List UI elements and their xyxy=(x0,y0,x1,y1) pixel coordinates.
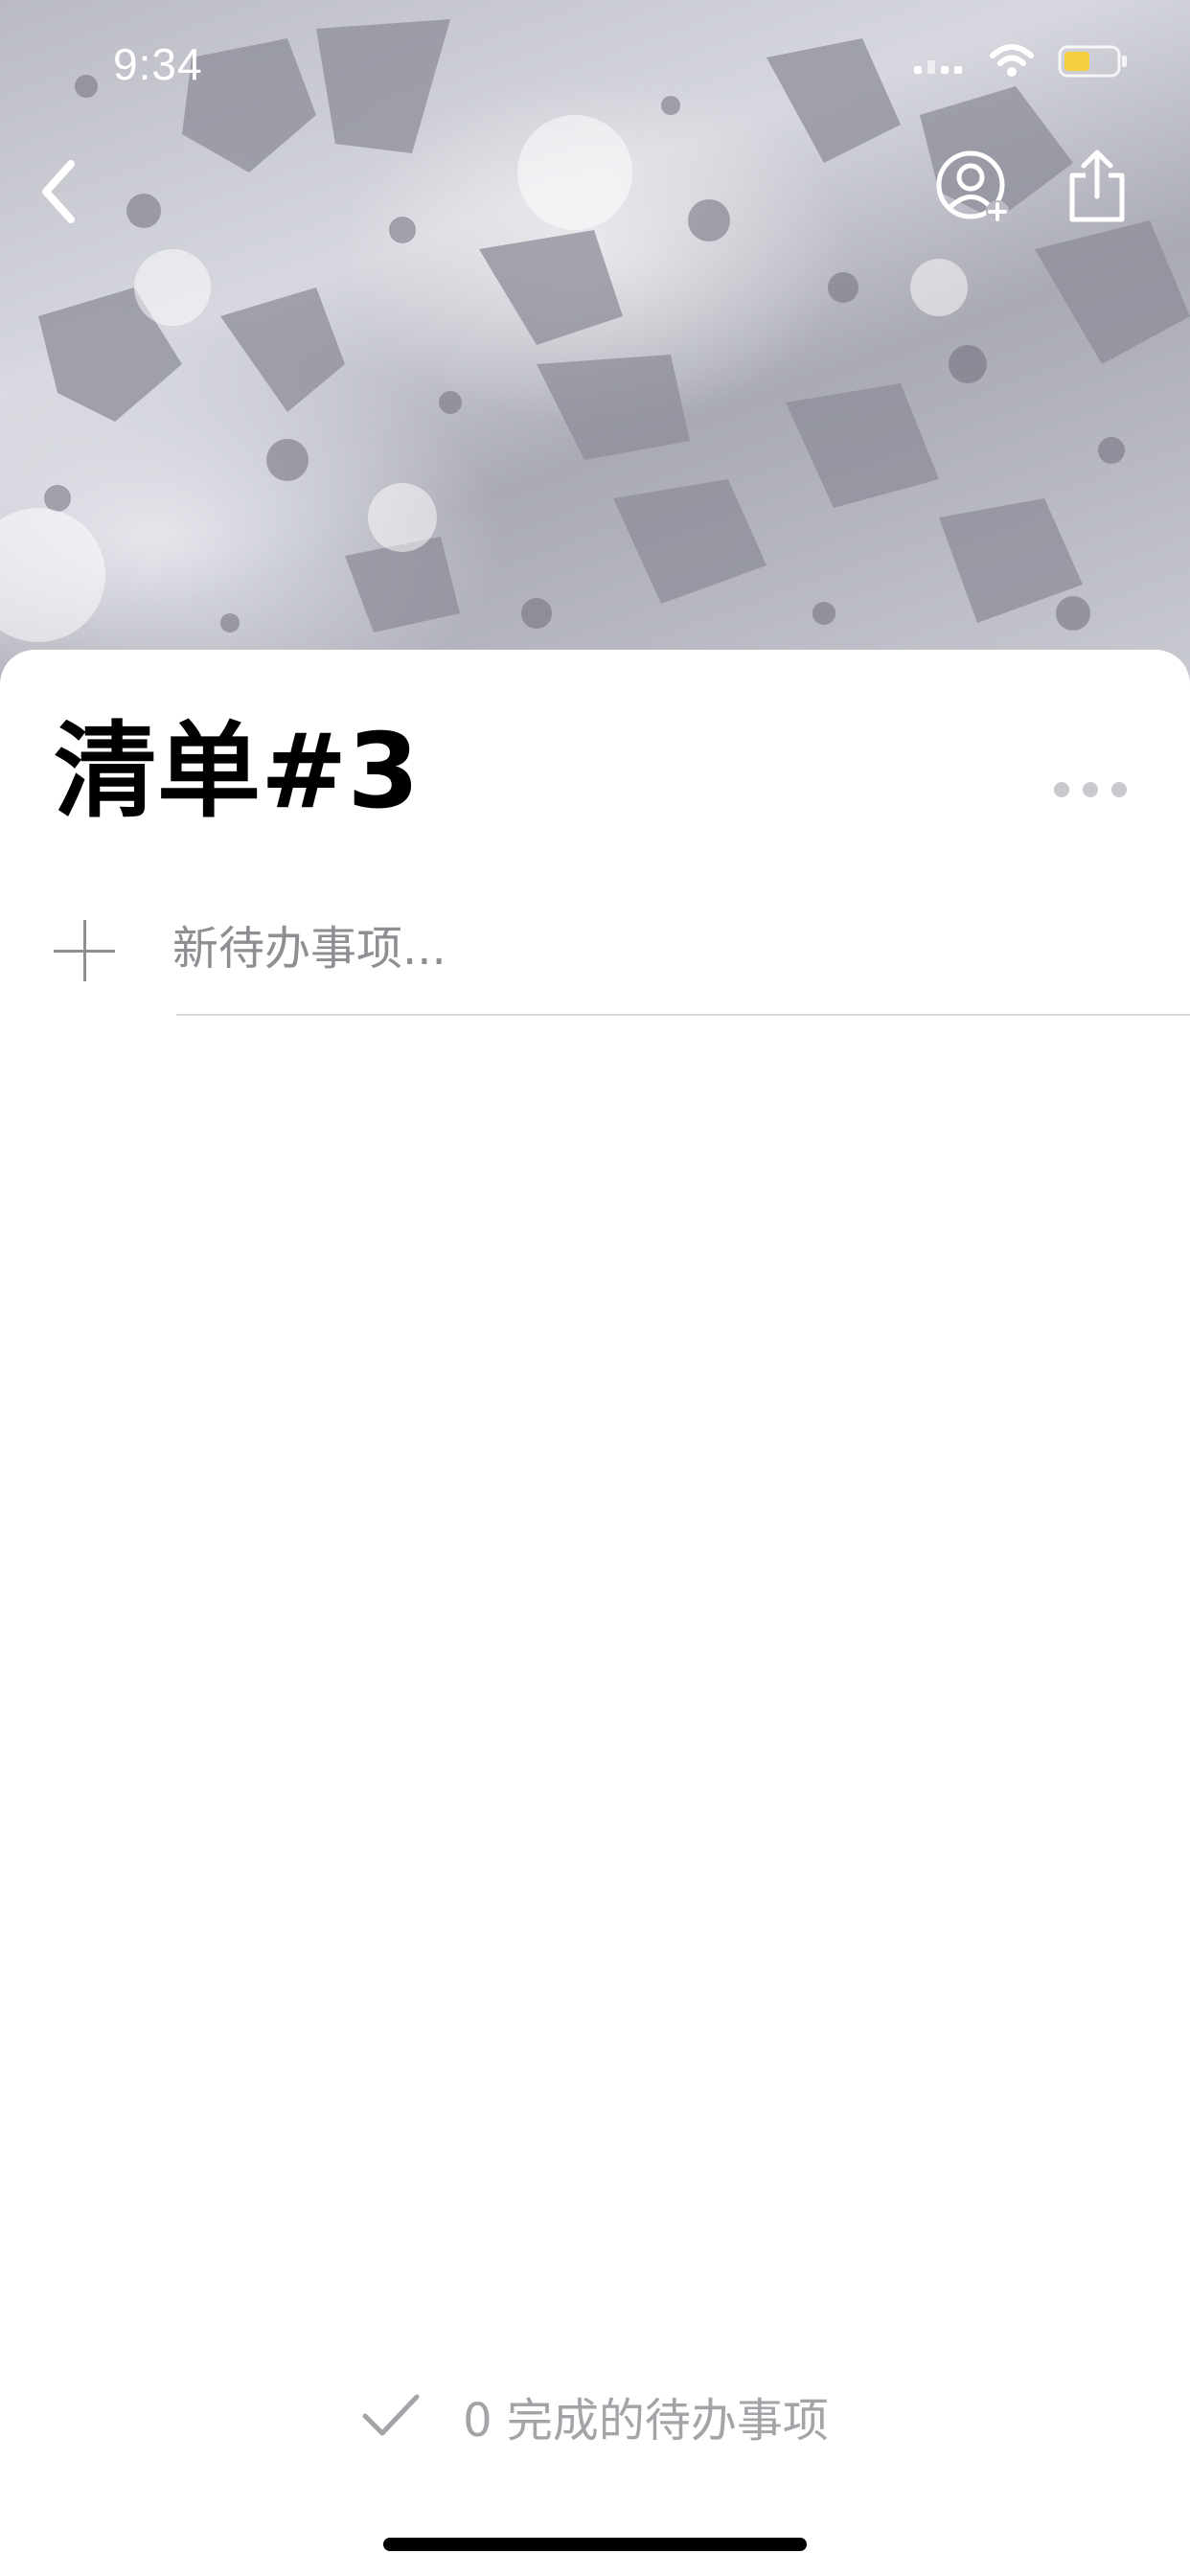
add-member-button[interactable] xyxy=(929,144,1016,230)
status-time: 9:34 xyxy=(113,39,203,89)
more-options-button[interactable] xyxy=(1054,782,1127,797)
ellipsis-icon xyxy=(1054,782,1069,797)
share-icon xyxy=(1069,150,1125,222)
person-add-icon xyxy=(936,150,1009,223)
chevron-left-icon xyxy=(42,160,75,223)
header-background-image xyxy=(0,0,1190,690)
battery-icon xyxy=(1058,45,1127,78)
new-item-input[interactable] xyxy=(172,918,1131,979)
status-icons xyxy=(914,44,1129,79)
plus-icon[interactable] xyxy=(54,920,115,981)
completed-items-toggle[interactable]: 0 完成的待办事项 xyxy=(0,2382,1190,2450)
new-item-row[interactable] xyxy=(54,901,1190,1016)
signal-icon xyxy=(914,60,962,74)
back-button[interactable] xyxy=(29,153,86,230)
share-button[interactable] xyxy=(1054,144,1140,230)
checkmark-icon xyxy=(362,2394,420,2436)
wifi-icon xyxy=(990,44,1034,77)
completed-count-label: 0 完成的待办事项 xyxy=(463,2394,829,2448)
rock-debris-illustration xyxy=(0,19,1190,642)
home-indicator xyxy=(383,2538,807,2551)
divider xyxy=(176,1014,1190,1016)
list-title: 清单#3 xyxy=(54,712,420,832)
